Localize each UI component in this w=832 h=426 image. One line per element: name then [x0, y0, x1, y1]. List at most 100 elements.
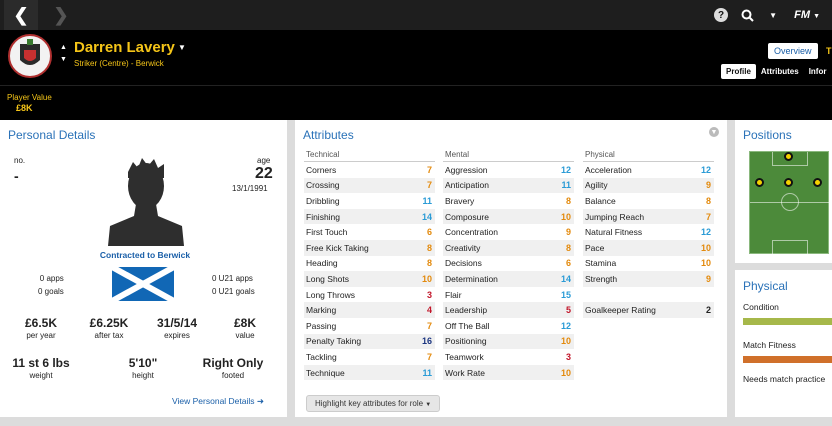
attribute-name: Natural Fitness — [585, 227, 643, 238]
player-menu-caret-icon[interactable]: ▼ — [178, 43, 186, 52]
attribute-row[interactable]: Agility 9 — [583, 177, 714, 194]
height-stat: 5'10" height — [108, 356, 178, 380]
tab-overview[interactable]: Overview — [768, 43, 818, 59]
attribute-row[interactable]: Tackling 7 — [304, 349, 435, 365]
attribute-row[interactable]: Stamina 10 — [583, 256, 714, 272]
attribute-row[interactable]: Pace 10 — [583, 239, 714, 256]
personal-details-panel: Personal Details no. - age 22 13/1/1991 … — [0, 120, 287, 417]
attribute-name: Corners — [306, 164, 337, 175]
attribute-name: Technique — [306, 367, 345, 378]
arrow-right-icon: ➜ — [256, 396, 265, 406]
after-tax-value: £6.25K — [89, 316, 129, 330]
attribute-value: 4 — [426, 305, 432, 316]
player-header: ▲ ▼ Darren Lavery ▼ Striker (Centre) - Be… — [0, 30, 832, 85]
subtab-information[interactable]: Infor — [804, 64, 832, 79]
date-of-birth: 13/1/1991 — [232, 184, 268, 193]
physical-panel: Physical Condition Match Fitness Needs m… — [735, 270, 832, 417]
back-arrow-icon[interactable]: ❮ — [4, 0, 38, 30]
attribute-value: 7 — [705, 211, 711, 222]
weight-label: weight — [29, 371, 53, 380]
attribute-row[interactable]: Determination 14 — [443, 271, 574, 287]
attribute-value: 2 — [705, 305, 711, 316]
attribute-column-mental: Mental Aggression 12 Anticipation 11 Bravery 8… — [443, 150, 574, 381]
attribute-value: 10 — [421, 273, 432, 284]
attribute-row[interactable]: First Touch 6 — [304, 224, 435, 240]
value-stat: £8K value — [210, 316, 280, 340]
subtab-attributes[interactable]: Attributes — [756, 64, 804, 79]
attribute-row[interactable]: Free Kick Taking 8 — [304, 239, 435, 256]
attribute-row[interactable]: Long Throws 3 — [304, 287, 435, 303]
forward-arrow-icon[interactable]: ❯ — [44, 0, 78, 30]
view-personal-details-link[interactable]: View Personal Details ➜ — [172, 396, 264, 407]
attribute-row[interactable]: Work Rate 10 — [443, 364, 574, 381]
attribute-row[interactable]: Jumping Reach 7 — [583, 208, 714, 225]
attribute-row[interactable]: Acceleration 12 — [583, 162, 714, 178]
attribute-row[interactable]: Long Shots 10 — [304, 271, 435, 287]
help-button[interactable]: ? — [708, 0, 734, 30]
after-tax-label: after tax — [94, 331, 124, 340]
attribute-row[interactable]: Crossing 7 — [304, 177, 435, 194]
attribute-row[interactable]: Positioning 10 — [443, 333, 574, 350]
attribute-row[interactable]: Off The Ball 12 — [443, 318, 574, 334]
bottom-penalty-box — [772, 240, 808, 255]
attribute-row[interactable]: Balance 8 — [583, 193, 714, 209]
attribute-row[interactable]: Concentration 9 — [443, 224, 574, 240]
attribute-row[interactable]: Decisions 6 — [443, 256, 574, 272]
attribute-column-heading: Mental — [443, 150, 574, 162]
tab-next[interactable]: T — [826, 46, 832, 56]
attributes-title: Attributes — [303, 128, 354, 142]
footed-stat: Right Only footed — [198, 356, 268, 380]
attribute-row[interactable]: Passing 7 — [304, 318, 435, 334]
wage-label: per year — [26, 331, 56, 340]
attribute-name: Jumping Reach — [585, 211, 645, 222]
attribute-row[interactable]: Bravery 8 — [443, 193, 574, 209]
highlight-attributes-button[interactable]: Highlight key attributes for role ▼ — [306, 395, 441, 412]
attribute-row[interactable]: Strength 9 — [583, 271, 714, 287]
top-right-controls: ? ▼ FM ▼ — [708, 0, 832, 30]
attribute-row[interactable]: Aggression 12 — [443, 162, 574, 178]
attribute-row[interactable]: Dribbling 11 — [304, 193, 435, 209]
attribute-value: 10 — [560, 336, 571, 347]
attribute-row[interactable]: Leadership 5 — [443, 302, 574, 318]
attribute-value: 14 — [421, 211, 432, 222]
attribute-value: 7 — [426, 351, 432, 362]
view-personal-details-label: View Personal Details — [172, 396, 255, 406]
attribute-row[interactable]: Marking 4 — [304, 302, 435, 318]
attribute-row[interactable]: Corners 7 — [304, 162, 435, 178]
attribute-name: Composure — [445, 211, 489, 222]
attribute-name: Strength — [585, 273, 618, 284]
position-dot-amc — [784, 178, 793, 187]
player-switch-arrows[interactable]: ▲ ▼ — [60, 42, 67, 66]
attribute-row[interactable]: Finishing 14 — [304, 208, 435, 225]
attribute-value: 7 — [426, 320, 432, 331]
subtab-profile[interactable]: Profile — [721, 64, 756, 79]
attribute-row[interactable]: Teamwork 3 — [443, 349, 574, 365]
fm-menu-button[interactable]: FM ▼ — [786, 9, 832, 21]
menu-dropdown-icon[interactable]: ▼ — [760, 0, 786, 30]
attribute-name: Stamina — [585, 258, 617, 269]
attribute-row[interactable]: Goalkeeper Rating 2 — [583, 302, 714, 318]
age-value: 22 — [255, 165, 273, 182]
subtab-bar: Profile Attributes Infor — [721, 64, 831, 79]
footed-label: footed — [221, 371, 245, 380]
attribute-row[interactable]: Composure 10 — [443, 208, 574, 225]
collapse-icon[interactable]: ▼ — [709, 127, 719, 137]
attribute-value: 12 — [560, 320, 571, 331]
attribute-name: Agility — [585, 180, 608, 191]
attribute-row[interactable]: Creativity 8 — [443, 239, 574, 256]
attribute-row[interactable]: Technique 11 — [304, 364, 435, 381]
search-button[interactable] — [734, 0, 760, 30]
attribute-name: Heading — [306, 258, 338, 269]
contract-status[interactable]: Contracted to Berwick — [90, 250, 200, 260]
attribute-name: Passing — [306, 320, 337, 331]
position-dot-aml — [755, 178, 764, 187]
attribute-row[interactable]: Anticipation 11 — [443, 177, 574, 194]
attribute-row[interactable]: Natural Fitness 12 — [583, 224, 714, 240]
attribute-name: Long Throws — [306, 289, 355, 300]
attribute-name: Dribbling — [306, 195, 340, 206]
position-dot-st — [784, 152, 793, 161]
attribute-row[interactable]: Penalty Taking 16 — [304, 333, 435, 350]
attribute-row[interactable]: Heading 8 — [304, 256, 435, 272]
attribute-value: 10 — [700, 258, 711, 269]
attribute-row[interactable]: Flair 15 — [443, 287, 574, 303]
